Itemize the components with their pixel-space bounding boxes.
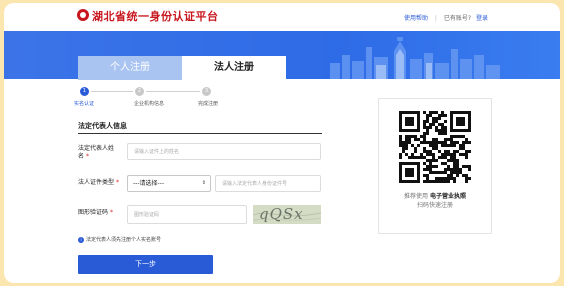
legal-rep-name-label-text: 法定代表人姓名	[78, 145, 115, 160]
registration-steps: 1 2 3 实名认证 企业机构信息 完成注册	[74, 87, 258, 111]
step-1-label: 实名认证	[74, 101, 95, 107]
city-skyline-illustration	[330, 37, 500, 79]
registration-hint: i 法定代表人须先注册个人实名账号	[78, 236, 161, 243]
select-arrows-icon: ⇕	[201, 180, 206, 186]
captcha-input[interactable]: 图形验证码	[127, 205, 247, 224]
qr-code-icon[interactable]	[399, 111, 471, 183]
captcha-placeholder: 图形验证码	[134, 212, 160, 218]
qr-code-panel: 推荐使用 电子营业执照 扫码快速注册	[378, 98, 492, 234]
step-2-label: 企业机构信息	[134, 101, 165, 107]
step-2-circle: 2	[135, 87, 144, 96]
qr-scan-text: 扫码快速注册	[416, 202, 453, 209]
section-title: 法定代表人信息	[78, 122, 127, 130]
step-connector	[91, 91, 133, 92]
header-links: 使用帮助 | 已有账号? 登录	[404, 13, 488, 22]
required-mark: *	[109, 209, 113, 216]
captcha-text: qQSx	[259, 205, 304, 223]
login-link[interactable]: 登录	[476, 15, 488, 22]
captcha-label-text: 图形验证码	[78, 209, 109, 216]
step-3-circle: 3	[202, 87, 211, 96]
step-1-circle: 1	[80, 87, 89, 96]
help-link[interactable]: 使用帮助	[404, 15, 428, 22]
required-mark: *	[115, 179, 119, 186]
id-number-placeholder: 请输入法定代表人身份证件号	[222, 181, 288, 187]
captcha-image[interactable]: qQSx	[253, 205, 321, 224]
legal-rep-name-label: 法定代表人姓名 *	[78, 145, 118, 161]
qr-license-text: 电子营业执照	[429, 193, 466, 200]
captcha-label: 图形验证码 *	[78, 209, 113, 217]
required-mark: *	[85, 153, 89, 160]
next-step-button[interactable]: 下一步	[78, 255, 213, 274]
emblem-logo-icon	[77, 9, 89, 21]
tab-personal-register[interactable]: 个人注册	[78, 56, 182, 80]
header-separator: |	[434, 15, 437, 22]
id-type-selected-value: ---请选择---	[133, 180, 164, 187]
top-header: 湖北省统一身份认证平台 使用帮助 | 已有账号? 登录	[4, 3, 560, 31]
qr-recommend-text: 推荐使用 电子营业执照	[379, 191, 491, 200]
section-divider	[78, 133, 322, 134]
site-title: 湖北省统一身份认证平台	[92, 10, 219, 23]
id-number-input[interactable]: 请输入法定代表人身份证件号	[215, 175, 321, 192]
id-type-label: 法人证件类型 *	[78, 179, 119, 187]
id-type-label-text: 法人证件类型	[78, 179, 115, 186]
info-icon: i	[78, 236, 84, 243]
qr-recommend-prefix: 推荐使用	[404, 193, 429, 200]
page-frame: 湖北省统一身份认证平台 使用帮助 | 已有账号? 登录 个人注册 法人注册 1 …	[4, 3, 560, 283]
has-account-text: 已有账号?	[443, 15, 472, 22]
step-connector	[146, 91, 200, 92]
tab-legal-register[interactable]: 法人注册	[182, 56, 286, 80]
id-type-select[interactable]: ---请选择--- ⇕	[127, 175, 211, 192]
legal-rep-name-placeholder: 请输入证件上的姓名	[134, 149, 180, 155]
legal-rep-name-input[interactable]: 请输入证件上的姓名	[127, 143, 321, 160]
hint-text: 法定代表人须先注册个人实名账号	[86, 237, 162, 243]
step-3-label: 完成注册	[198, 101, 219, 107]
